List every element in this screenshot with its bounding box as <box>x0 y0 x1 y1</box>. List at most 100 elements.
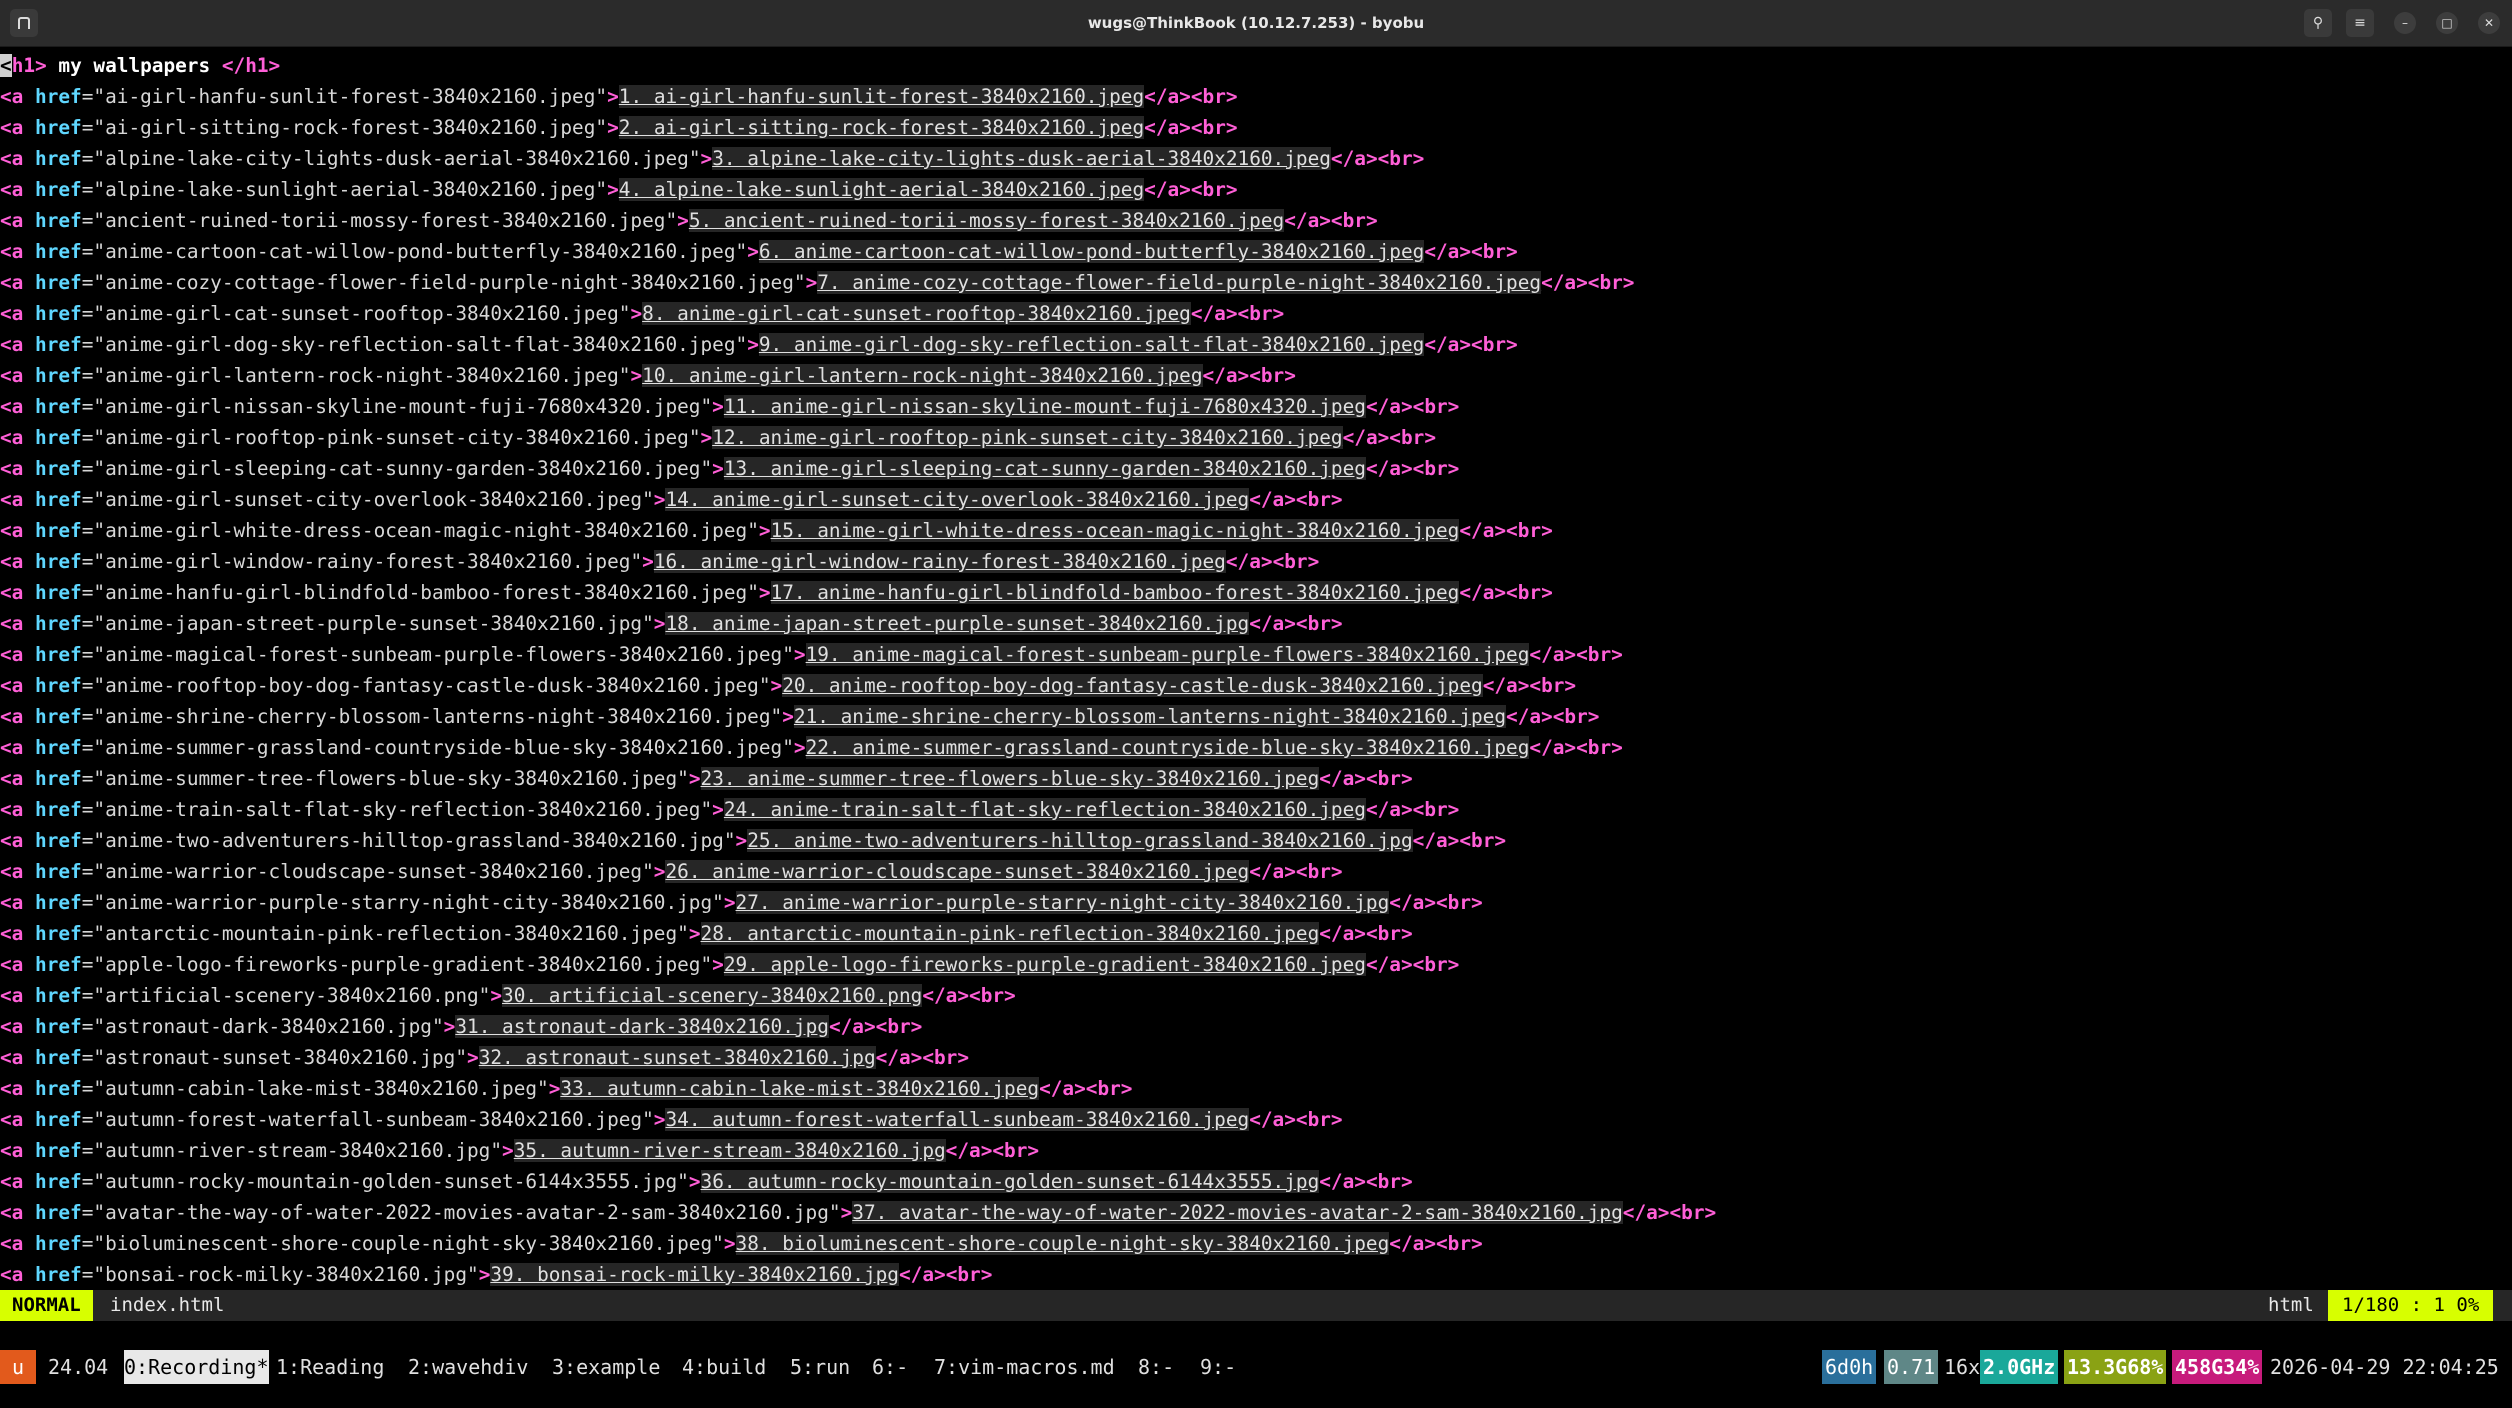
link-text[interactable]: 5. ancient-ruined-torii-mossy-forest-384… <box>688 209 1285 232</box>
link-text[interactable]: 16. anime-girl-window-rainy-forest-3840x… <box>653 550 1226 573</box>
href-attr: href <box>35 984 82 1007</box>
byobu-window-3[interactable]: 3:example <box>552 1350 660 1384</box>
quote: " <box>758 674 771 697</box>
minimize-button[interactable]: – <box>2394 12 2416 34</box>
link-text[interactable]: 21. anime-shrine-cherry-blossom-lanterns… <box>793 705 1507 728</box>
br-tag: <br> <box>1295 612 1343 635</box>
link-text[interactable]: 33. autumn-cabin-lake-mist-3840x2160.jpe… <box>560 1077 1040 1100</box>
close-button[interactable]: ✕ <box>2478 12 2500 34</box>
link-text[interactable]: 26. anime-warrior-cloudscape-sunset-3840… <box>665 860 1250 883</box>
link-text[interactable]: 19. anime-magical-forest-sunbeam-purple-… <box>805 643 1530 666</box>
link-text[interactable]: 6. anime-cartoon-cat-willow-pond-butterf… <box>758 240 1425 263</box>
quote: " <box>642 612 654 635</box>
quote: " <box>490 1139 503 1162</box>
byobu-window-4[interactable]: 4:build <box>682 1350 766 1384</box>
link-text[interactable]: 23. anime-summer-tree-flowers-blue-sky-3… <box>700 767 1320 790</box>
maximize-button[interactable]: □ <box>2436 12 2458 34</box>
open-tag: <a <box>0 798 36 821</box>
tag-close: > <box>793 643 806 666</box>
quote: =" <box>81 519 106 542</box>
link-text[interactable]: 35. autumn-river-stream-3840x2160.jpg <box>513 1139 946 1162</box>
open-tag: <a <box>0 705 36 728</box>
tag-close: > <box>478 1263 491 1286</box>
byobu-window-2[interactable]: 2:wavehdiv <box>408 1350 528 1384</box>
anchor-line: <a href="anime-warrior-cloudscape-sunset… <box>0 856 1343 887</box>
link-text[interactable]: 14. anime-girl-sunset-city-overlook-3840… <box>665 488 1250 511</box>
quote: =" <box>81 395 106 418</box>
quote: " <box>677 1170 689 1193</box>
href-value: alpine-lake-city-lights-dusk-aerial-3840… <box>105 147 689 170</box>
href-value: anime-girl-window-rainy-forest-3840x2160… <box>105 550 631 573</box>
quote: " <box>665 209 678 232</box>
href-value: anime-rooftop-boy-dog-fantasy-castle-dus… <box>105 674 759 697</box>
close-tag: </a> <box>828 1015 876 1038</box>
link-text[interactable]: 12. anime-girl-rooftop-pink-sunset-city-… <box>712 426 1343 449</box>
link-text[interactable]: 20. anime-rooftop-boy-dog-fantasy-castle… <box>782 674 1483 697</box>
close-tag: </a> <box>1424 333 1472 356</box>
byobu-window-9[interactable]: 9:- <box>1200 1350 1236 1384</box>
link-text[interactable]: 7. anime-cozy-cottage-flower-field-purpl… <box>817 271 1542 294</box>
anchor-line: <a href="anime-girl-nissan-skyline-mount… <box>0 391 1459 422</box>
anchor-line: <a href="bonsai-rock-milky-3840x2160.jpg… <box>0 1259 992 1290</box>
link-text[interactable]: 24. anime-train-salt-flat-sky-reflection… <box>723 798 1366 821</box>
link-text[interactable]: 39. bonsai-rock-milky-3840x2160.jpg <box>490 1263 899 1286</box>
link-text[interactable]: 10. anime-girl-lantern-rock-night-3840x2… <box>642 364 1203 387</box>
link-text[interactable]: 36. autumn-rocky-mountain-golden-sunset-… <box>700 1170 1320 1193</box>
hamburger-menu-icon[interactable]: ≡ <box>2346 9 2374 37</box>
href-attr: href <box>35 798 82 821</box>
anchor-line: <a href="anime-two-adventurers-hilltop-g… <box>0 825 1506 856</box>
byobu-window-7[interactable]: 7:vim-macros.md <box>934 1350 1115 1384</box>
link-text[interactable]: 30. artificial-scenery-3840x2160.png <box>502 984 923 1007</box>
open-tag: <a <box>0 395 36 418</box>
tag-close: > <box>723 1232 736 1255</box>
link-text[interactable]: 17. anime-hanfu-girl-blindfold-bamboo-fo… <box>770 581 1460 604</box>
link-text[interactable]: 3. alpine-lake-city-lights-dusk-aerial-3… <box>712 147 1331 170</box>
href-value: anime-girl-sleeping-cat-sunny-garden-384… <box>105 457 701 480</box>
tag-close: > <box>723 891 736 914</box>
link-text[interactable]: 34. autumn-forest-waterfall-sunbeam-3840… <box>665 1108 1250 1131</box>
link-text[interactable]: 2. ai-girl-sitting-rock-forest-3840x2160… <box>618 116 1145 139</box>
quote: " <box>467 1263 479 1286</box>
quote: =" <box>81 178 106 201</box>
link-text[interactable]: 31. astronaut-dark-3840x2160.jpg <box>455 1015 829 1038</box>
link-text[interactable]: 1. ai-girl-hanfu-sunlit-forest-3840x2160… <box>618 85 1145 108</box>
br-tag: <br> <box>1377 147 1425 170</box>
byobu-window-5[interactable]: 5:run <box>790 1350 850 1384</box>
link-text[interactable]: 11. anime-girl-nissan-skyline-mount-fuji… <box>723 395 1366 418</box>
href-value: anime-girl-dog-sky-reflection-salt-flat-… <box>105 333 736 356</box>
anchor-line: <a href="autumn-cabin-lake-mist-3840x216… <box>0 1073 1132 1104</box>
link-text[interactable]: 29. apple-logo-fireworks-purple-gradient… <box>723 953 1366 976</box>
open-tag: <a <box>0 271 36 294</box>
href-attr: href <box>35 178 82 201</box>
byobu-window-6[interactable]: 6:- <box>872 1350 908 1384</box>
quote: =" <box>81 457 106 480</box>
href-value: anime-japan-street-purple-sunset-3840x21… <box>105 612 643 635</box>
byobu-window-8[interactable]: 8:- <box>1138 1350 1174 1384</box>
link-text[interactable]: 8. anime-girl-cat-sunset-rooftop-3840x21… <box>642 302 1191 325</box>
href-attr: href <box>35 333 82 356</box>
link-text[interactable]: 9. anime-girl-dog-sky-reflection-salt-fl… <box>758 333 1425 356</box>
byobu-window-1[interactable]: 1:Reading <box>276 1350 384 1384</box>
link-text[interactable]: 15. anime-girl-white-dress-ocean-magic-n… <box>770 519 1460 542</box>
href-value: anime-train-salt-flat-sky-reflection-384… <box>105 798 701 821</box>
byobu-window-0[interactable]: 0:Recording* <box>124 1350 269 1384</box>
link-text[interactable]: 13. anime-girl-sleeping-cat-sunny-garden… <box>723 457 1366 480</box>
vim-editor-buffer[interactable]: <h1> my wallpapers </h1> <a href="ai-gir… <box>0 50 2512 1286</box>
link-text[interactable]: 38. bioluminescent-shore-couple-night-sk… <box>735 1232 1390 1255</box>
open-tag: <a <box>0 643 36 666</box>
link-text[interactable]: 22. anime-summer-grassland-countryside-b… <box>805 736 1530 759</box>
link-text[interactable]: 18. anime-japan-street-purple-sunset-384… <box>665 612 1250 635</box>
link-text[interactable]: 25. anime-two-adventurers-hilltop-grassl… <box>747 829 1413 852</box>
quote: =" <box>81 333 106 356</box>
link-text[interactable]: 37. avatar-the-way-of-water-2022-movies-… <box>852 1201 1623 1224</box>
search-icon[interactable]: ⚲ <box>2304 9 2332 37</box>
link-text[interactable]: 28. antarctic-mountain-pink-reflection-3… <box>700 922 1320 945</box>
link-text[interactable]: 32. astronaut-sunset-3840x2160.jpg <box>478 1046 876 1069</box>
link-text[interactable]: 27. anime-warrior-purple-starry-night-ci… <box>735 891 1390 914</box>
open-tag: <a <box>0 581 36 604</box>
link-text[interactable]: 4. alpine-lake-sunlight-aerial-3840x2160… <box>618 178 1145 201</box>
br-tag: <br> <box>1552 705 1600 728</box>
tag-close: > <box>677 209 689 232</box>
close-tag: </a> <box>898 1263 946 1286</box>
anchor-line: <a href="anime-summer-tree-flowers-blue-… <box>0 763 1413 794</box>
